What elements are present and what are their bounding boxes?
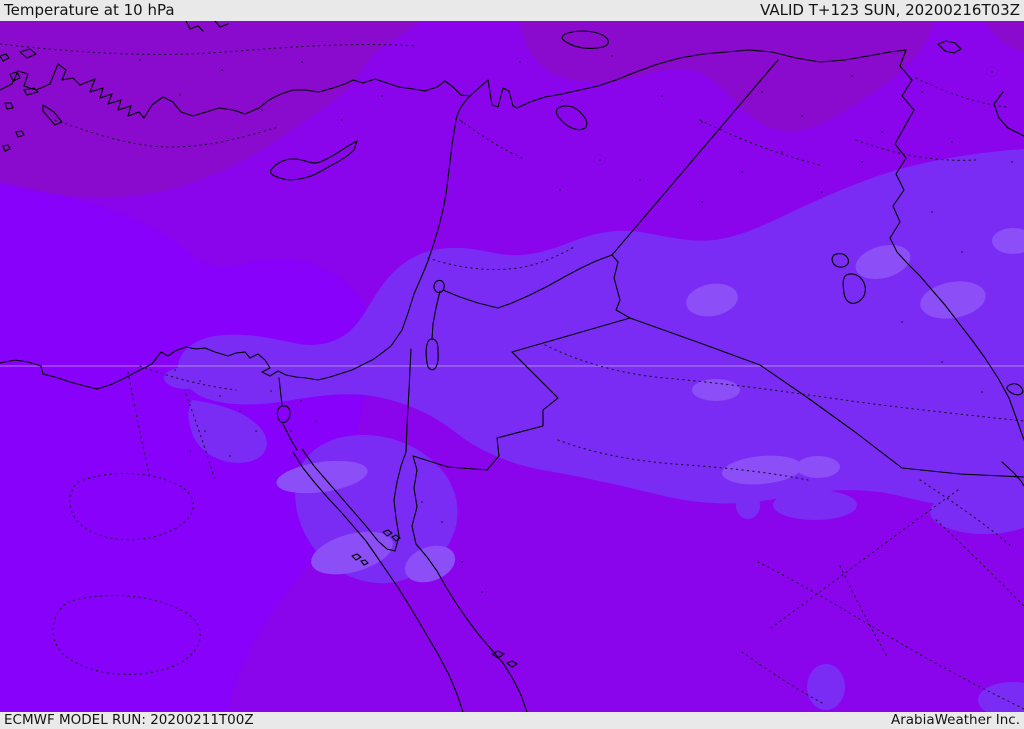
map-area (0, 21, 1024, 712)
footer-bar: ECMWF MODEL RUN: 20200211T00Z ArabiaWeat… (0, 712, 1024, 729)
model-run-label: ECMWF MODEL RUN: 20200211T00Z (4, 712, 254, 728)
page-title: Temperature at 10 hPa (4, 1, 175, 19)
header-bar: Temperature at 10 hPa VALID T+123 SUN, 2… (0, 0, 1024, 21)
temp-fill-band-se3 (807, 664, 845, 710)
temp-fill-band-se5 (736, 491, 760, 519)
temp-fill-band-delta (164, 367, 208, 389)
weather-map (0, 21, 1024, 712)
temp-fill-band-se1 (773, 490, 857, 520)
credit-label: ArabiaWeather Inc. (890, 712, 1020, 728)
valid-time-label: VALID T+123 SUN, 20200216T03Z (760, 1, 1020, 19)
weather-map-app: Temperature at 10 hPa VALID T+123 SUN, 2… (0, 0, 1024, 729)
